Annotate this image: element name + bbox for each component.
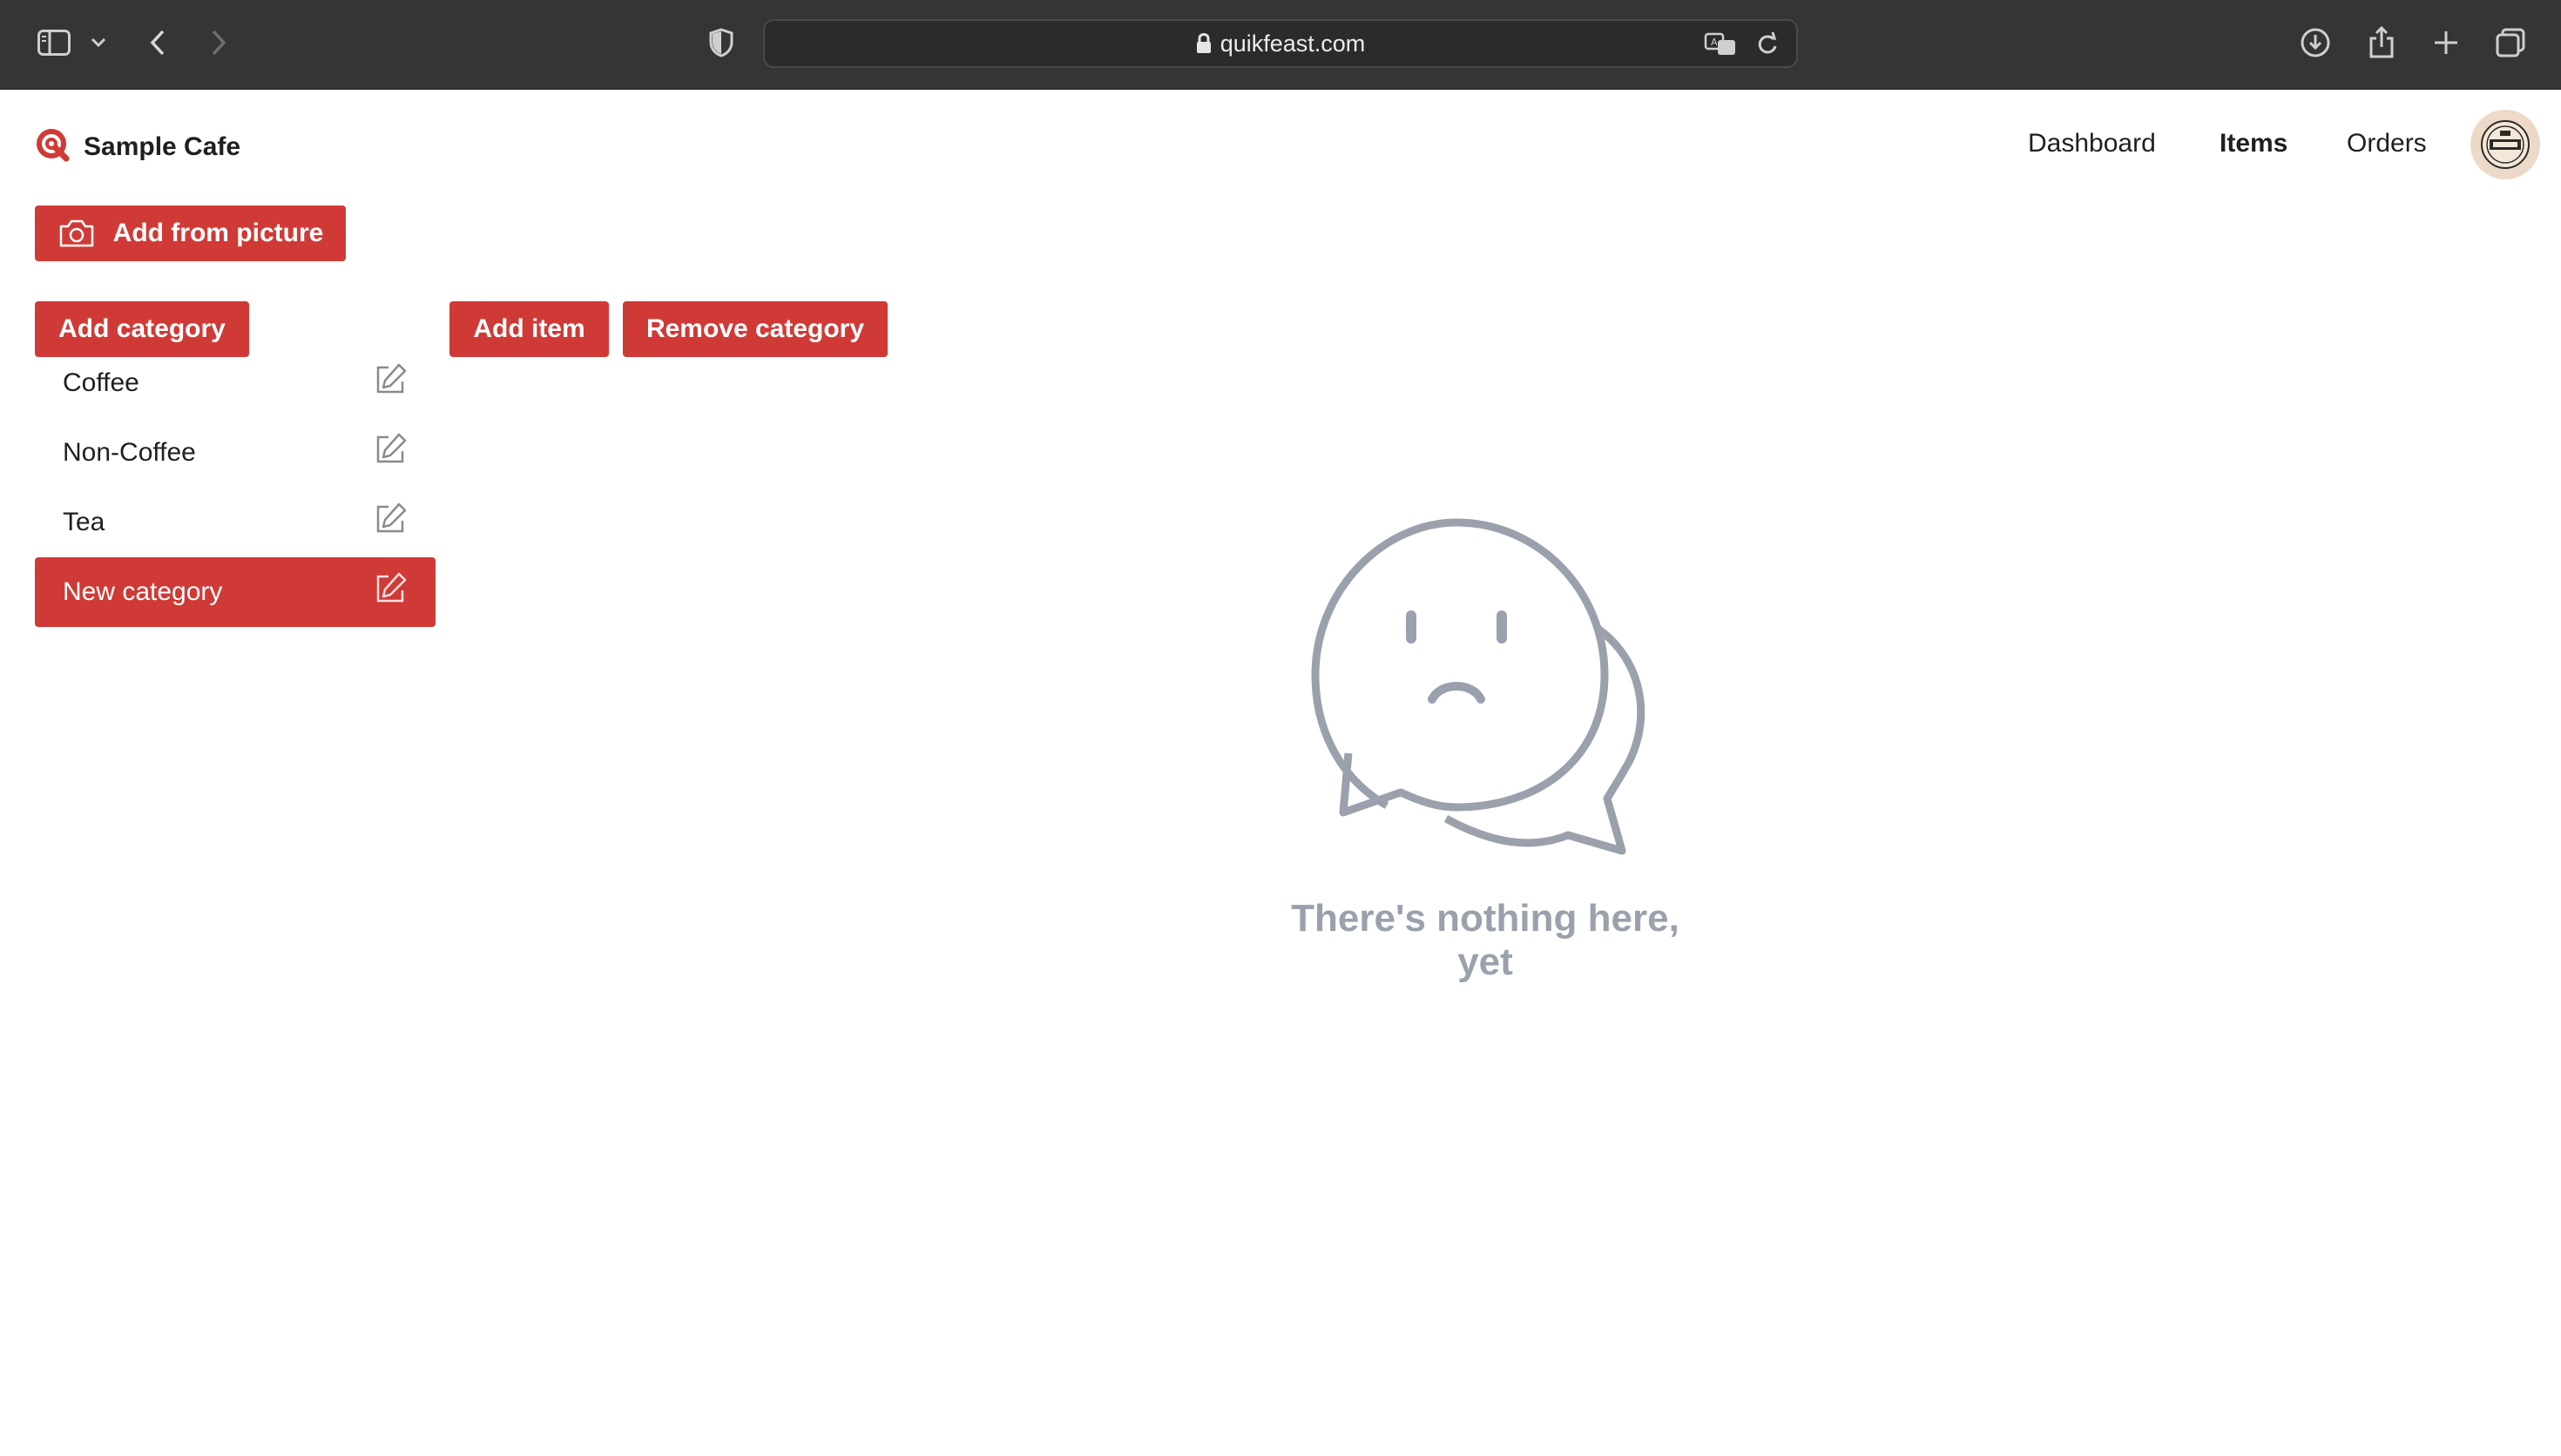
category-label: Non-Coffee — [63, 438, 196, 467]
brand[interactable]: Sample Cafe — [35, 127, 240, 166]
edit-icon[interactable] — [373, 362, 408, 404]
download-icon[interactable] — [2298, 24, 2333, 62]
edit-icon[interactable] — [373, 432, 408, 474]
nav-orders[interactable]: Orders — [2347, 129, 2427, 158]
sad-chat-bubbles-icon — [1298, 501, 1672, 871]
avatar[interactable] — [2470, 110, 2540, 179]
category-item-tea[interactable]: Tea — [35, 488, 436, 557]
forward-icon[interactable] — [206, 24, 232, 62]
share-icon[interactable] — [2364, 24, 2399, 62]
lock-icon — [1196, 33, 1212, 54]
add-item-button[interactable]: Add item — [449, 301, 609, 357]
add-from-picture-button[interactable]: Add from picture — [35, 206, 346, 261]
quikfeast-logo-icon — [35, 127, 70, 166]
category-label: New category — [63, 577, 223, 606]
sidebar-toggle-icon[interactable] — [35, 24, 73, 62]
edit-icon[interactable] — [373, 571, 408, 613]
chevron-down-icon[interactable] — [87, 24, 110, 62]
camera-icon — [57, 218, 96, 249]
tab-overview-icon[interactable] — [2493, 24, 2528, 62]
url-text: quikfeast.com — [1220, 30, 1366, 57]
category-item-new-category[interactable]: New category — [35, 557, 436, 627]
category-list: Coffee Non-Coffee Tea New category — [35, 348, 436, 627]
address-bar[interactable]: quikfeast.com A — [763, 19, 1798, 68]
category-item-coffee[interactable]: Coffee — [35, 348, 436, 418]
category-label: Coffee — [63, 368, 139, 397]
empty-state-message: There's nothing here, yet — [1291, 897, 1679, 983]
nav-items[interactable]: Items — [2220, 129, 2287, 158]
translate-icon[interactable]: A — [1704, 31, 1737, 62]
category-label: Tea — [63, 508, 105, 536]
svg-text:A: A — [1711, 37, 1718, 48]
back-icon[interactable] — [145, 24, 171, 62]
reload-icon[interactable] — [1756, 31, 1779, 62]
category-item-non-coffee[interactable]: Non-Coffee — [35, 418, 436, 488]
privacy-shield-icon[interactable] — [706, 24, 737, 62]
nav-dashboard[interactable]: Dashboard — [2028, 129, 2156, 158]
coffee-logo-icon — [2481, 120, 2530, 169]
remove-category-button[interactable]: Remove category — [623, 301, 888, 357]
browser-toolbar: quikfeast.com A — [0, 0, 2561, 90]
brand-name: Sample Cafe — [84, 131, 241, 161]
new-tab-icon[interactable] — [2429, 24, 2463, 62]
edit-icon[interactable] — [373, 502, 408, 543]
add-from-picture-label: Add from picture — [112, 219, 324, 247]
